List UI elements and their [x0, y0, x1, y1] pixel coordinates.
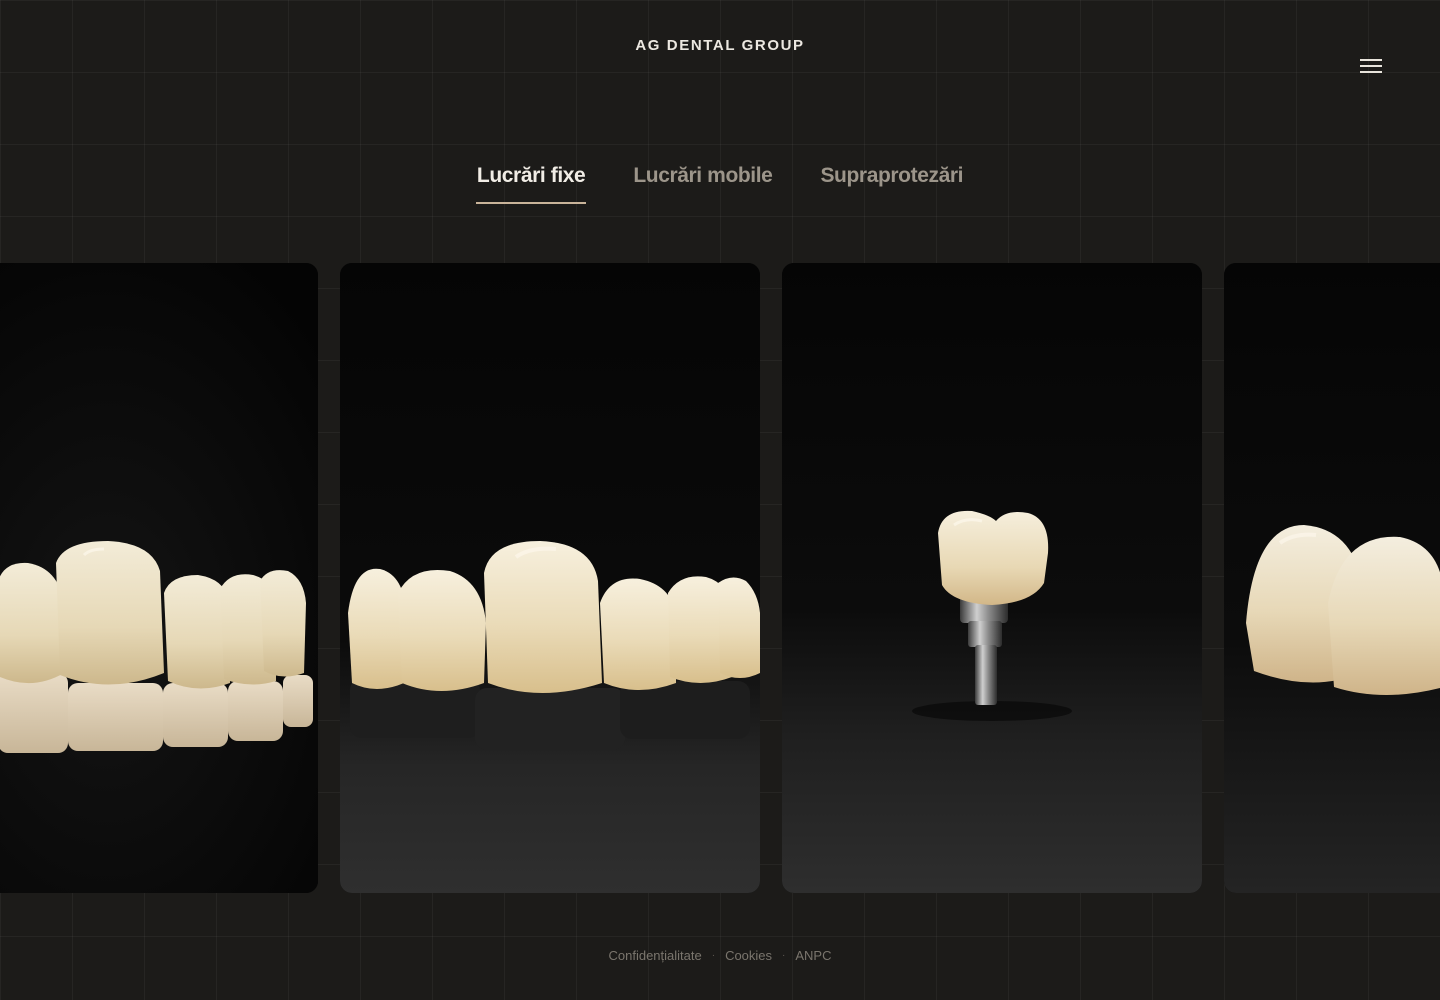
- footer: Confidențialitate · Cookies · ANPC: [0, 948, 1440, 963]
- gallery-card-crowns-closeup[interactable]: [1224, 263, 1440, 893]
- crowns-closeup-image: [1224, 263, 1440, 893]
- gallery-card-crowns-black-bases[interactable]: [340, 263, 760, 893]
- menu-line: [1360, 59, 1382, 61]
- menu-line: [1360, 71, 1382, 73]
- page: AG DENTAL GROUP Lucrări fixe Lucrări mob…: [0, 0, 1440, 1000]
- crowns-on-dies-image: [0, 263, 318, 893]
- footer-link-confidentialitate[interactable]: Confidențialitate: [608, 948, 701, 963]
- footer-link-cookies[interactable]: Cookies: [725, 948, 772, 963]
- tab-supraprotezari[interactable]: Supraprotezări: [820, 164, 963, 204]
- footer-link-anpc[interactable]: ANPC: [795, 948, 831, 963]
- gallery-card-implant-crown[interactable]: [782, 263, 1202, 893]
- brand-logo[interactable]: AG DENTAL GROUP: [0, 37, 1440, 54]
- tab-lucrari-mobile[interactable]: Lucrări mobile: [633, 164, 773, 204]
- category-tabs: Lucrări fixe Lucrări mobile Supraproteză…: [0, 164, 1440, 204]
- implant-crown-image: [782, 263, 1202, 893]
- gallery-card-crowns-ivory-dies[interactable]: [0, 263, 318, 893]
- footer-separator: ·: [782, 950, 786, 961]
- footer-separator: ·: [711, 950, 716, 961]
- crowns-on-bases-image: [340, 263, 760, 893]
- hamburger-menu-icon[interactable]: [1356, 56, 1386, 76]
- tab-lucrari-fixe[interactable]: Lucrări fixe: [475, 164, 587, 204]
- menu-line: [1360, 65, 1382, 67]
